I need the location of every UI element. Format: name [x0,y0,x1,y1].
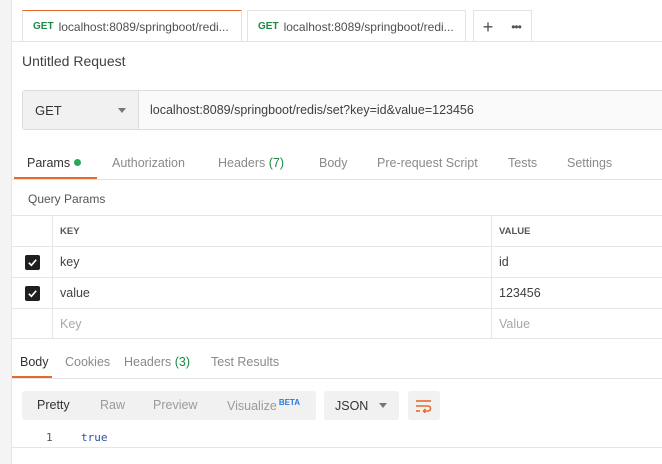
chevron-down-icon [379,403,387,408]
method-select[interactable]: GET [23,91,139,129]
method-value: GET [35,102,62,118]
beta-badge: BETA [278,398,300,407]
param-value-input[interactable]: 123456 [491,278,662,308]
response-body-editor[interactable]: 1 true [12,428,662,448]
tab-method: GET [33,21,54,32]
query-params-title: Query Params [28,192,106,206]
response-tabs: Body Cookies Headers (3) Test Results [12,349,662,379]
request-title[interactable]: Untitled Request [22,53,126,69]
tab-pre-request-script[interactable]: Pre-request Script [377,156,478,170]
request-tab-1[interactable]: GET localhost:8089/springboot/redi... [22,10,242,42]
response-body-line: true [81,431,108,444]
params-table: KEY VALUE key id value 123456 Key Value [12,215,662,339]
row-check-cell [12,247,53,277]
response-tab-cookies[interactable]: Cookies [65,355,110,369]
table-row-new: Key Value [12,308,662,339]
request-tab-2[interactable]: GET localhost:8089/springboot/redi... [247,10,466,42]
header-check-cell [12,216,53,246]
param-key-input[interactable]: value [60,278,495,308]
tab-headers[interactable]: Headers (7) [218,156,284,170]
request-tabs-divider [12,179,662,180]
left-panel-edge [0,0,12,464]
format-select[interactable]: JSON [324,391,399,420]
wrap-lines-button[interactable] [408,391,440,420]
tab-method: GET [258,21,279,32]
param-value-input[interactable]: id [491,247,662,277]
wrap-lines-icon [416,399,432,413]
new-key-input[interactable]: Key [60,309,495,339]
tab-settings[interactable]: Settings [567,156,612,170]
param-checkbox[interactable] [24,285,40,301]
tab-tests[interactable]: Tests [508,156,537,170]
tab-bar-divider [12,41,662,42]
tab-params[interactable]: Params [27,156,82,170]
table-header-row: KEY VALUE [12,215,662,246]
chevron-down-icon [118,107,126,113]
table-row: value 123456 [12,277,662,308]
row-check-cell [12,309,53,339]
checkmark-icon [27,258,37,266]
response-tab-body[interactable]: Body [20,355,49,369]
url-bar: GET localhost:8089/springboot/redis/set?… [22,90,662,130]
view-raw-button[interactable]: Raw [100,398,125,412]
response-tab-headers[interactable]: Headers (3) [124,355,190,369]
visualize-label: Visualize [227,399,277,413]
view-pretty-button[interactable]: Pretty [37,398,70,412]
params-table-bottom [12,338,662,339]
response-headers-count: (3) [174,355,191,369]
tab-params-label: Params [27,156,71,170]
tab-title: localhost:8089/springboot/redi... [58,19,229,34]
request-tabs: Params Authorization Headers (7) Body Pr… [12,150,662,180]
tab-authorization[interactable]: Authorization [112,156,185,170]
tab-title: localhost:8089/springboot/redi... [283,19,454,34]
line-number: 1 [46,431,53,444]
response-tab-test-results[interactable]: Test Results [211,355,279,369]
tab-body[interactable]: Body [319,156,348,170]
response-view-options: Pretty Raw Preview Visualize BETA [22,391,316,420]
row-check-cell [12,278,53,308]
view-preview-button[interactable]: Preview [153,398,197,412]
view-visualize-button[interactable]: Visualize BETA [227,398,300,413]
new-value-input[interactable]: Value [491,309,662,339]
param-checkbox[interactable] [24,254,40,270]
tab-headers-label: Headers [218,156,266,170]
request-tab-bar: GET localhost:8089/springboot/redi... GE… [12,0,662,42]
url-input[interactable]: localhost:8089/springboot/redis/set?key=… [139,91,662,129]
format-value: JSON [335,398,369,413]
checkmark-icon [27,289,37,297]
response-headers-label: Headers [124,355,172,369]
column-header-value: VALUE [491,216,662,246]
response-tabs-divider [12,378,662,379]
new-tab-button[interactable]: + [474,12,502,42]
headers-count: (7) [268,156,285,170]
params-active-dot-icon [74,159,82,166]
table-row: key id [12,246,662,277]
param-key-input[interactable]: key [60,247,495,277]
more-tabs-button[interactable]: ••• [502,12,530,42]
tab-actions: + ••• [473,10,532,42]
column-header-key: KEY [60,225,80,237]
